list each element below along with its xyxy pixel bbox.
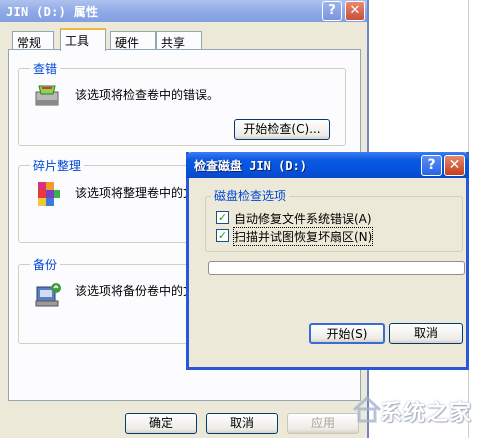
watermark: 系统之家 bbox=[350, 388, 486, 434]
error-check-title: 查错 bbox=[30, 60, 61, 77]
tab-tools[interactable]: 工具 bbox=[60, 28, 106, 51]
watermark-text: 系统之家 bbox=[380, 401, 473, 426]
defrag-description: 该选项将整理卷中的文 bbox=[75, 186, 196, 200]
close-button[interactable]: ✕ bbox=[345, 1, 365, 21]
cancel-button[interactable]: 取消 bbox=[206, 413, 278, 434]
watermark-house-icon bbox=[352, 395, 382, 423]
scan-recover-option[interactable]: ✓ 扫描并试图恢复坏扇区(N) bbox=[216, 227, 376, 246]
dialog-close-button[interactable]: ✕ bbox=[444, 155, 465, 176]
dialog-start-button[interactable]: 开始(S) bbox=[309, 323, 385, 344]
ok-button[interactable]: 确定 bbox=[125, 413, 197, 434]
help-button[interactable]: ? bbox=[322, 1, 342, 21]
error-check-description: 该选项将检查卷中的错误。 bbox=[75, 88, 220, 102]
properties-titlebar[interactable]: JIN (D:) 属性 ? ✕ bbox=[0, 0, 367, 22]
check-progress-bar bbox=[208, 261, 465, 275]
tab-general[interactable]: 常规 bbox=[12, 31, 54, 50]
check-disk-dialog: 检查磁盘 JIN (D:) ? ✕ 磁盘检查选项 ✓ 自动修复文件系统错误(A)… bbox=[186, 152, 469, 370]
scan-recover-checkbox[interactable]: ✓ bbox=[216, 229, 229, 242]
check-disk-title: 检查磁盘 JIN (D:) bbox=[194, 159, 308, 173]
auto-fix-option[interactable]: ✓ 自动修复文件系统错误(A) bbox=[216, 210, 376, 226]
check-disk-titlebar[interactable]: 检查磁盘 JIN (D:) ? ✕ bbox=[186, 152, 469, 178]
scan-recover-label: 扫描并试图恢复坏扇区(N) bbox=[232, 227, 374, 246]
auto-fix-checkbox[interactable]: ✓ bbox=[216, 211, 229, 224]
backup-title: 备份 bbox=[30, 256, 61, 273]
tab-hardware[interactable]: 硬件 bbox=[110, 31, 156, 50]
defrag-icon bbox=[38, 182, 60, 206]
check-disk-icon bbox=[35, 85, 59, 106]
properties-title: JIN (D:) 属性 bbox=[6, 5, 99, 19]
apply-button[interactable]: 应用 bbox=[287, 413, 359, 434]
tab-sharing[interactable]: 共享 bbox=[156, 31, 202, 50]
backup-description: 该选项将备份卷中的文 bbox=[75, 284, 196, 298]
backup-icon bbox=[35, 283, 61, 307]
defrag-title: 碎片整理 bbox=[30, 157, 85, 174]
start-check-button[interactable]: 开始检查(C)... bbox=[234, 119, 330, 140]
disk-options-title: 磁盘检查选项 bbox=[211, 187, 290, 204]
auto-fix-label: 自动修复文件系统错误(A) bbox=[234, 212, 372, 226]
dialog-cancel-button[interactable]: 取消 bbox=[389, 323, 463, 344]
dialog-help-button[interactable]: ? bbox=[421, 155, 442, 176]
